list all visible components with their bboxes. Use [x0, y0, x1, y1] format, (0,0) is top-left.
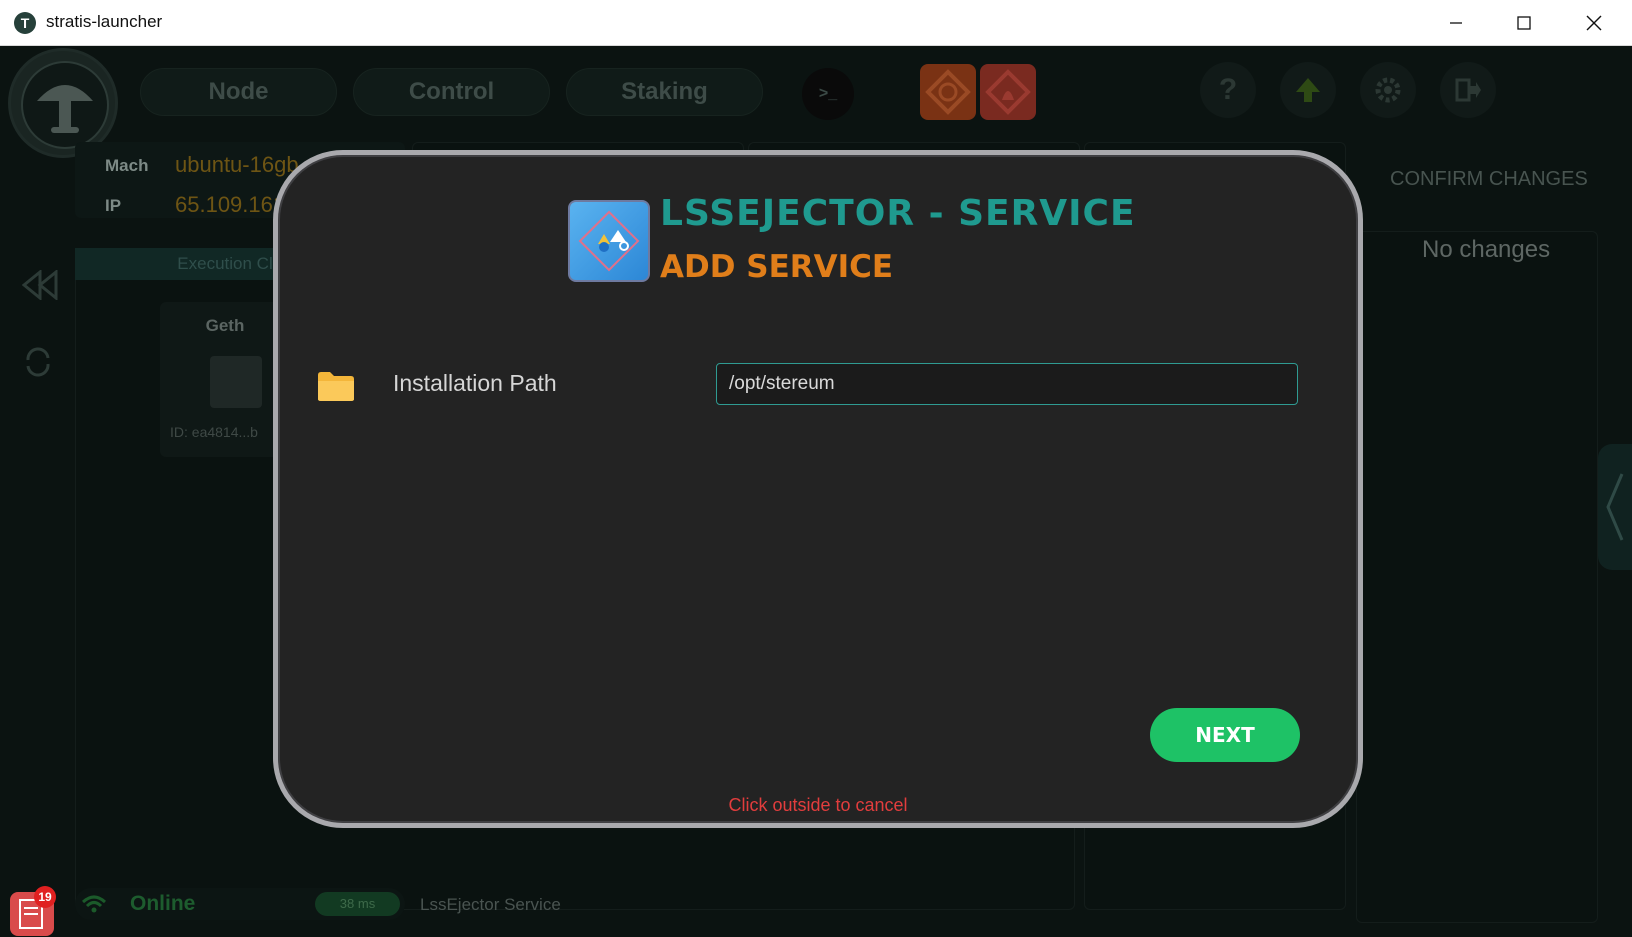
- ip-label: IP: [105, 196, 122, 215]
- help-button[interactable]: ?: [1200, 62, 1256, 118]
- geth-icon: [210, 356, 262, 408]
- update-arrow-icon: [1296, 78, 1320, 102]
- latency-badge: 38 ms: [315, 892, 400, 916]
- right-drawer-handle[interactable]: [1598, 444, 1632, 570]
- online-status: Online: [130, 892, 196, 915]
- client-name: Geth: [205, 316, 245, 335]
- machine-label: Mach: [105, 156, 149, 175]
- ip-address: 65.109.161: [175, 192, 286, 217]
- add-service-modal: LSSEJECTOR - SERVICE ADD SERVICE Install…: [273, 150, 1363, 828]
- lssejector-service-icon: [568, 200, 650, 282]
- sync-icon[interactable]: [22, 346, 54, 378]
- collapse-left-icon[interactable]: [22, 270, 58, 300]
- app-logo-icon: T: [14, 12, 36, 34]
- folder-icon: [318, 372, 354, 401]
- confirm-changes-button[interactable]: CONFIRM CHANGES: [1390, 168, 1588, 191]
- terminal-icon: >_: [818, 85, 838, 102]
- wifi-icon: [81, 895, 107, 913]
- installation-path-input[interactable]: [716, 363, 1298, 405]
- machine-name: ubuntu-16gb: [175, 152, 299, 177]
- tab-control[interactable]: Control: [353, 68, 550, 116]
- changes-list-panel: [1356, 231, 1598, 923]
- notification-count-badge: 19: [34, 886, 56, 908]
- next-button[interactable]: NEXT: [1150, 708, 1300, 762]
- terminal-button[interactable]: >_: [802, 68, 854, 120]
- help-icon: ?: [1218, 73, 1238, 106]
- installation-path-label: Installation Path: [393, 370, 557, 396]
- app-window: T stratis-launcher Node Control Staking: [0, 0, 1632, 937]
- window-title: stratis-launcher: [46, 12, 163, 31]
- cancel-hint: Click outside to cancel: [728, 795, 908, 815]
- modal-subtitle: ADD SERVICE: [660, 249, 894, 285]
- settings-gear-icon: [1375, 77, 1401, 103]
- title-bar: T stratis-launcher: [0, 0, 1632, 46]
- grafana-button[interactable]: [920, 64, 976, 120]
- logout-icon: [1455, 78, 1481, 102]
- chevron-left-icon: [1606, 473, 1624, 541]
- tab-staking[interactable]: Staking: [566, 68, 763, 116]
- geth-client-card[interactable]: Geth ID: ea4814...b: [160, 302, 290, 457]
- close-button[interactable]: [1562, 0, 1626, 45]
- status-bar: Online 38 ms: [75, 888, 405, 920]
- update-button[interactable]: [1280, 62, 1336, 118]
- prometheus-icon: [985, 69, 1031, 115]
- no-changes-text: No changes: [1422, 236, 1551, 263]
- minimize-button[interactable]: [1424, 0, 1488, 45]
- grafana-icon: [925, 69, 971, 115]
- close-icon: [1586, 15, 1602, 30]
- maximize-icon: [1517, 15, 1531, 30]
- settings-button[interactable]: [1360, 62, 1416, 118]
- tab-node[interactable]: Node: [140, 68, 337, 116]
- service-label: LssEjector Service: [420, 895, 561, 914]
- client-id: ID: ea4814...b: [170, 424, 258, 440]
- logout-button[interactable]: [1440, 62, 1496, 118]
- maximize-button[interactable]: [1492, 0, 1556, 45]
- minimize-icon: [1450, 21, 1462, 24]
- prometheus-button[interactable]: [980, 64, 1036, 120]
- modal-title: LSSEJECTOR - SERVICE: [660, 193, 1136, 234]
- mushroom-logo-icon: [37, 85, 93, 133]
